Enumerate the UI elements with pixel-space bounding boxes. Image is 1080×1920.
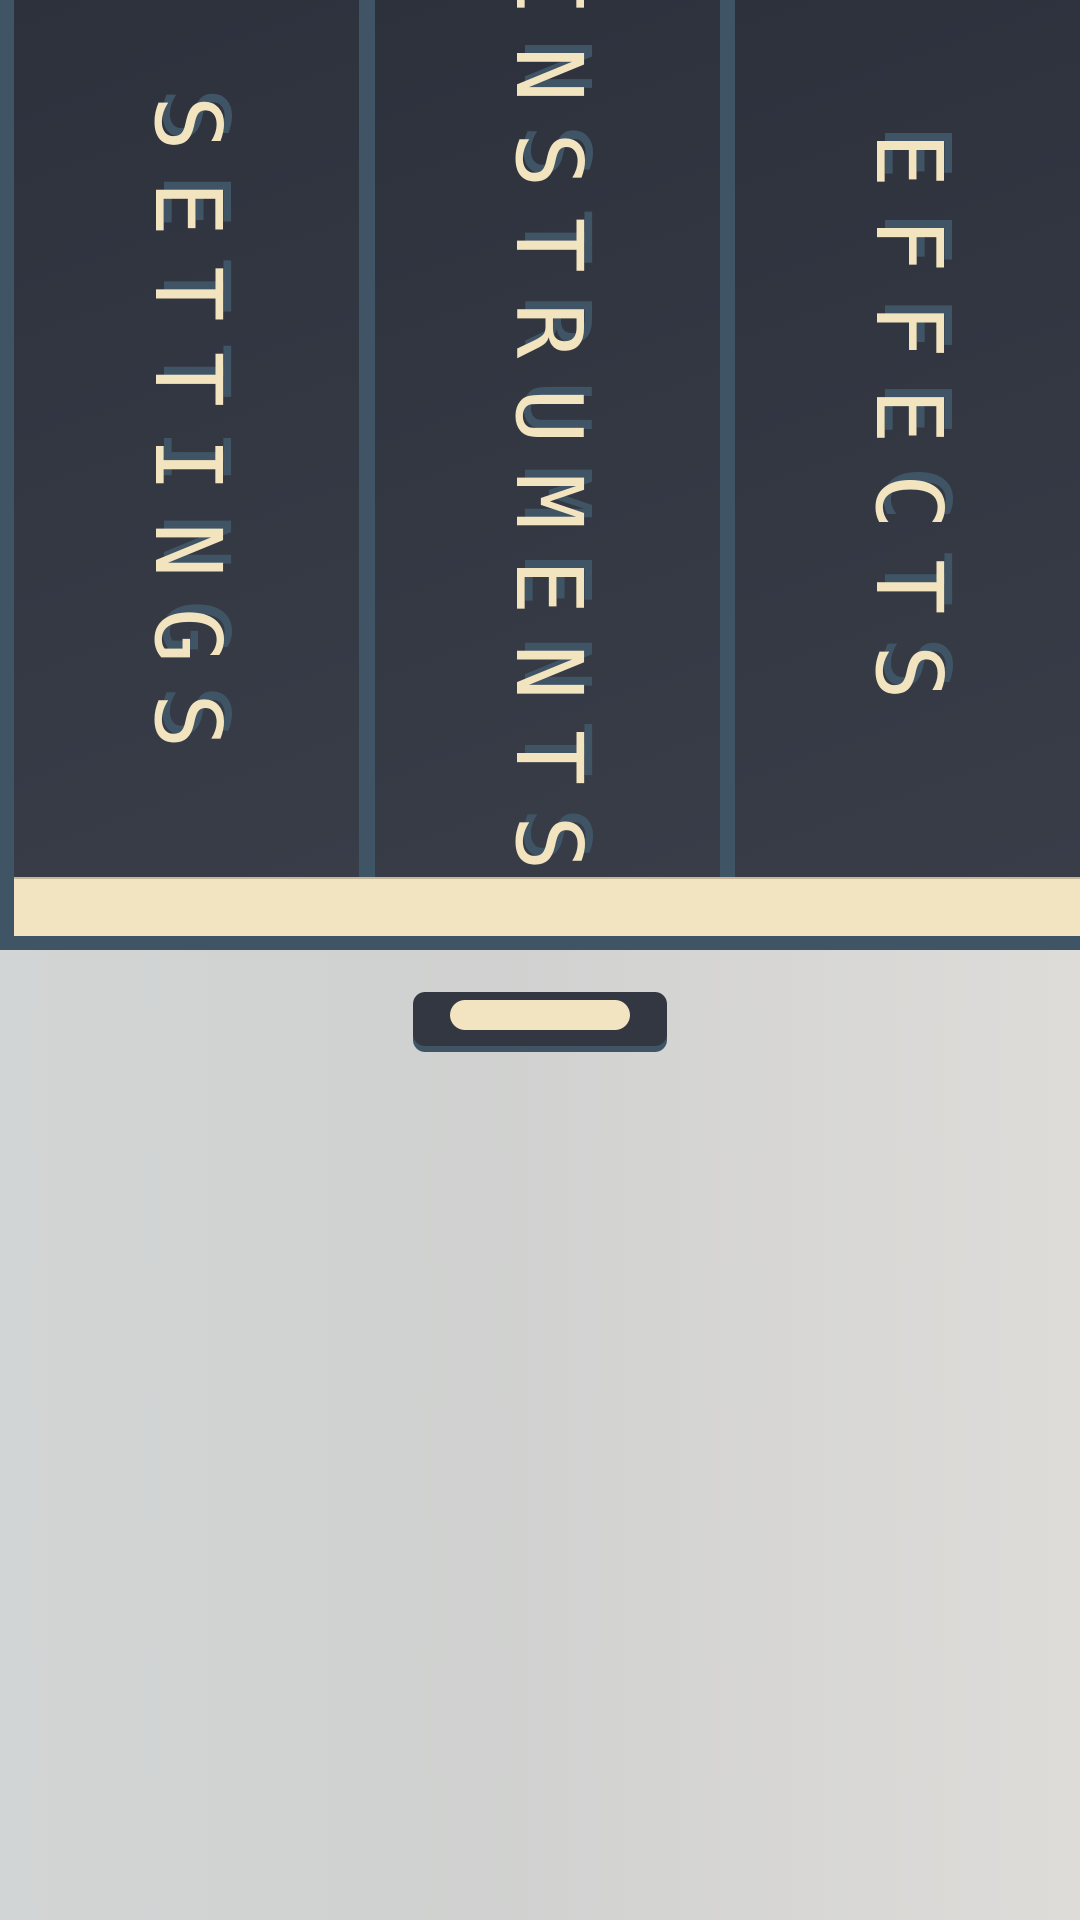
tab-settings[interactable]: SETTINGS xyxy=(14,0,359,877)
panel-bottom-bar xyxy=(14,877,1080,936)
tab-effects[interactable]: EFFECTS xyxy=(735,0,1080,877)
tab-instruments[interactable]: INSTRUMENTS xyxy=(375,0,720,877)
tab-panel: SETTINGS INSTRUMENTS EFFECTS xyxy=(0,0,1080,950)
drag-handle-icon xyxy=(450,1000,630,1030)
content-area xyxy=(0,950,1080,1920)
drag-handle[interactable] xyxy=(413,992,667,1046)
tab-instruments-label: INSTRUMENTS xyxy=(494,0,602,877)
tab-settings-label: SETTINGS xyxy=(133,94,241,779)
tab-effects-label: EFFECTS xyxy=(854,131,962,730)
